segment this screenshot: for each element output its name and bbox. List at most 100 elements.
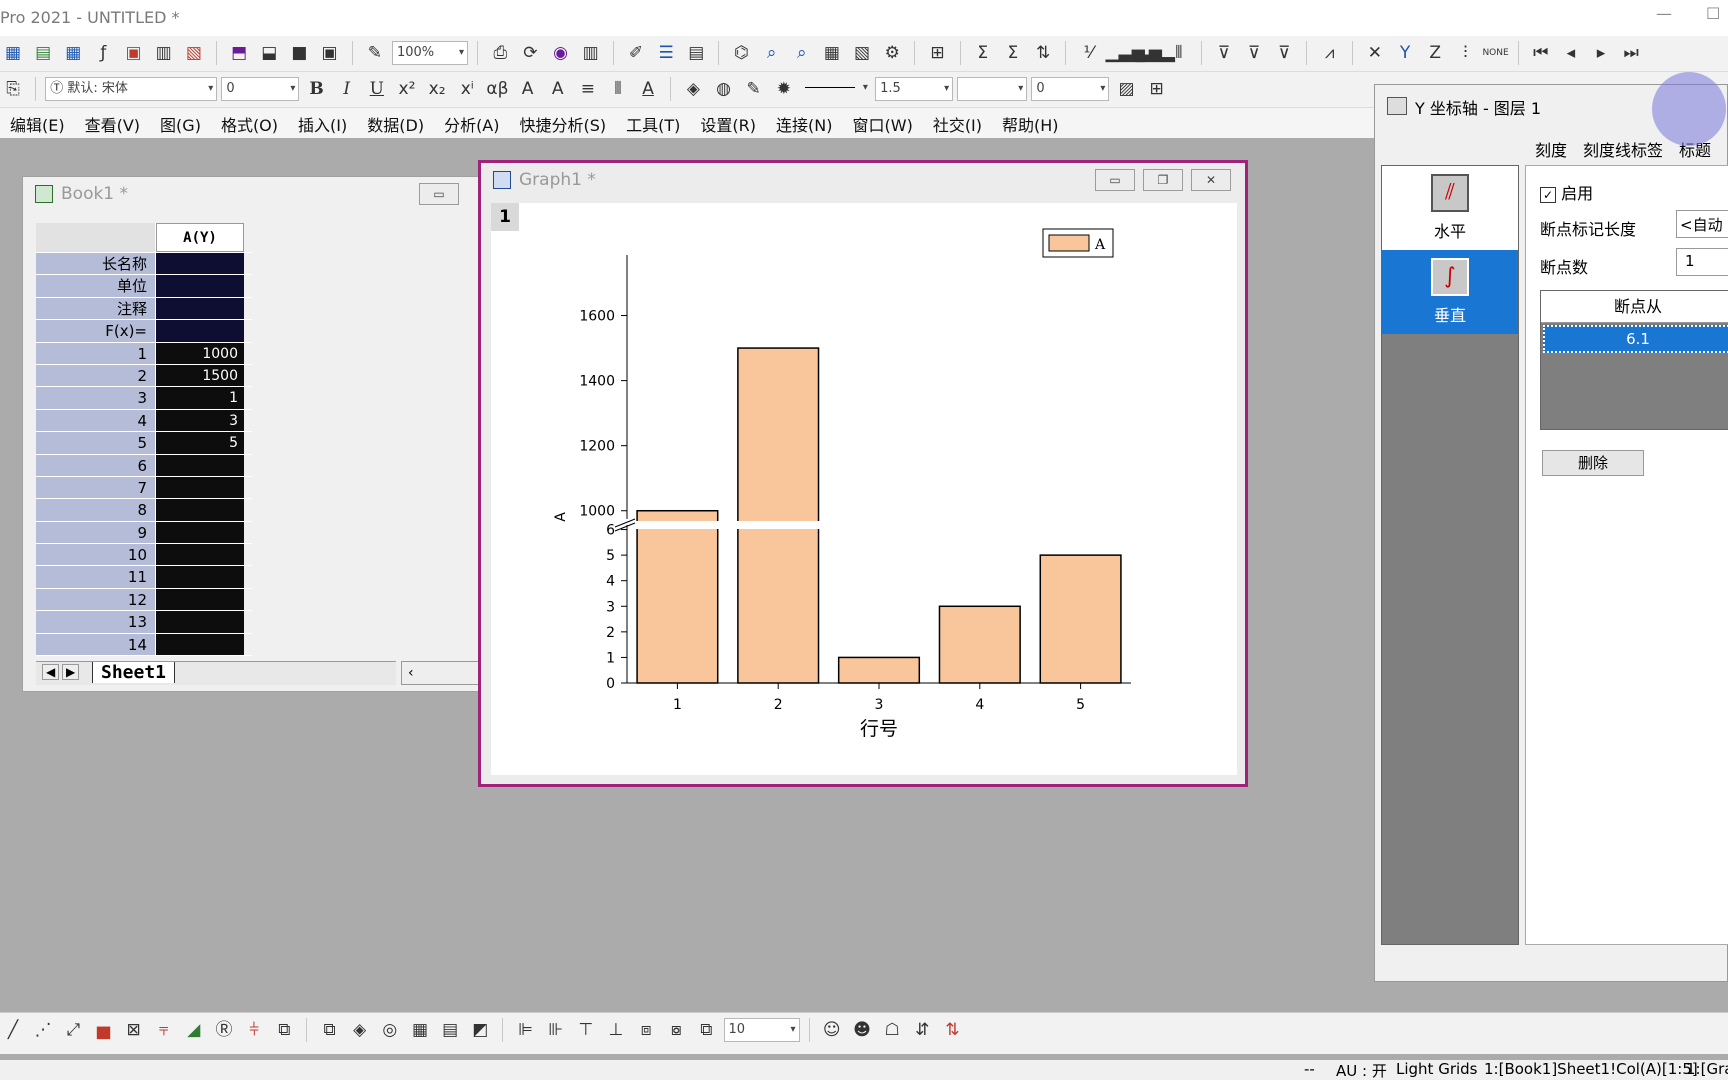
label-cell[interactable] [156,275,244,297]
sort-icon[interactable]: ⇅ [1030,36,1056,70]
refresh-icon[interactable]: ⟳ [517,36,543,70]
notes-icon[interactable]: ✐ [623,36,649,70]
menu-quick-analysis[interactable]: 快捷分析(S) [520,108,607,136]
row-number[interactable]: 11 [36,566,156,588]
menu-window[interactable]: 窗口(W) [853,108,913,136]
bar-chart[interactable]: 0 1 2 3 4 5 6 1000 1200 1400 1600 1 2 3 4 5 行号 A A [491,203,1237,775]
row-number[interactable]: 7 [36,476,156,499]
break-count-field[interactable]: 1 [1676,248,1728,276]
z-axis-icon[interactable]: Z [1422,36,1448,70]
subscript-icon[interactable]: x₂ [424,72,450,106]
y-axis-dialog[interactable]: Y 坐标轴 - 图层 1 刻度 刻度线标签 标题 ⫽ 水平 ∫ 垂直 ✓ 启用 断点… [1374,84,1728,982]
font-color-icon[interactable]: A [635,72,661,106]
scroll-left-icon[interactable]: ‹ [401,661,481,685]
graph-window[interactable]: Graph1 * ▭ ❐ ✕ 0 1 2 3 4 5 6 1000 1200 1400 1600 1 2… [478,160,1248,787]
menu-analysis[interactable]: 分析(A) [444,108,499,136]
new-graph-icon[interactable]: ▤ [30,36,56,70]
move-axis-icon[interactable]: ⇵ [909,1013,935,1047]
superscript-icon[interactable]: x² [394,72,420,106]
error-plot-icon[interactable]: ⫧ [151,1013,177,1047]
number-combo[interactable]: 0 ▾ [1031,77,1110,101]
break-from-cell[interactable]: 6.1 [1543,325,1728,353]
set-values-icon[interactable]: ⅟ [1075,36,1101,70]
data-cell[interactable] [156,611,244,633]
pattern-icon[interactable]: ⦀ [605,72,631,106]
tab-next-icon[interactable]: ▶ [62,664,80,680]
pattern-fill-icon[interactable]: ◍ [711,72,737,106]
zoom-in-icon[interactable]: ⌕ [759,36,785,70]
mask-tool-icon[interactable]: ☖ [879,1013,905,1047]
template-icon[interactable]: ⧉ [271,1013,297,1047]
new-notes-icon[interactable]: ▣ [121,36,147,70]
bold-icon[interactable]: B [304,72,330,106]
book-title-bar[interactable]: Book1 * ▭ [23,177,491,211]
back-icon[interactable]: ⧇ [663,1013,689,1047]
data-cell[interactable] [156,454,244,476]
maximize-icon[interactable]: ☐ [1706,4,1720,23]
column-header-a[interactable]: A(Y) [156,223,244,252]
row-number[interactable]: 9 [36,521,156,544]
data-cell[interactable] [156,566,244,588]
command-window-icon[interactable]: ☰ [653,36,679,70]
menu-connect[interactable]: 连接(N) [776,108,832,136]
grouped-chart-icon[interactable]: ▃▅▂ [1136,36,1175,70]
row-number[interactable]: 14 [36,633,156,656]
line-symbol-icon[interactable]: ⤢ [60,1013,86,1047]
row-number[interactable]: 5 [36,432,156,454]
row-number[interactable]: 4 [36,409,156,432]
results-log-icon[interactable]: ▥ [578,36,604,70]
row-header[interactable]: F(x)= [36,320,156,342]
line-plot-icon[interactable]: ╱ [0,1013,26,1047]
new-matrix-icon[interactable]: ▦ [60,36,86,70]
option-horizontal[interactable]: ⫽ 水平 [1382,166,1518,250]
data-cell[interactable] [156,588,244,611]
code-builder-icon[interactable]: ◉ [548,36,574,70]
menu-insert[interactable]: 插入(I) [298,108,347,136]
ternary-icon[interactable]: ▤ [437,1013,463,1047]
data-cell[interactable] [156,499,244,521]
print-icon[interactable]: ⎙ [487,36,513,70]
italic-icon[interactable]: I [334,72,360,106]
data-cell[interactable]: 5 [156,432,244,454]
line-color-icon[interactable]: ✎ [741,72,767,106]
data-cell[interactable] [156,544,244,566]
formula-icon[interactable]: ▧ [849,36,875,70]
align-top-icon[interactable]: ⊤ [573,1013,599,1047]
delete-button[interactable]: 删除 [1542,450,1644,476]
bar-stack-icon[interactable]: ⫴ [1166,36,1192,70]
peak-icon[interactable]: ⩘ [1317,36,1343,70]
filter-toggle-icon[interactable]: ⊽ [1271,36,1297,70]
data-cell[interactable]: 1500 [156,364,244,387]
zoom-combo[interactable]: 100% ▾ [391,41,468,65]
menu-help[interactable]: 帮助(H) [1002,108,1059,136]
bug-icon[interactable]: ✹ [771,72,797,106]
row-number[interactable]: 10 [36,544,156,566]
paste-icon[interactable]: ⎘ [0,72,26,106]
row-number[interactable]: 1 [36,342,156,364]
last-icon[interactable]: ⏭ [1618,36,1644,70]
box-icon[interactable]: ◩ [467,1013,493,1047]
row-number[interactable]: 8 [36,499,156,521]
save-template-icon[interactable]: ▣ [317,36,343,70]
graph-restore-button[interactable]: ❐ [1143,169,1183,191]
row-number[interactable]: 6 [36,454,156,476]
candle-plot-icon[interactable]: ⫩ [241,1013,267,1047]
bottom-combo[interactable]: 10 ▾ [723,1018,800,1042]
new-workbook-icon[interactable]: ▦ [0,36,26,70]
column-chart-icon[interactable]: ▁▃▅ [1105,36,1144,70]
greek-icon[interactable]: αβ [484,72,510,106]
menu-format[interactable]: 格式(O) [221,108,278,136]
book-window[interactable]: Book1 * ▭ A(Y) 长名称 单位 注释 F(x)= 1 1000 2 1500 3 1 4… [22,176,492,692]
border-icon[interactable]: ⊞ [1144,72,1170,106]
filter-clear-icon[interactable]: ⊽ [1241,36,1267,70]
error-bar-icon[interactable]: ⫶ [1452,36,1478,70]
spreadsheet-icon[interactable]: ▦ [819,36,845,70]
line-width-combo[interactable]: 1.5 ▾ [875,77,954,101]
stat-chart-icon[interactable]: ⊠ [121,1013,147,1047]
supsub-icon[interactable]: xⁱ [454,72,480,106]
mask-icon[interactable]: ☻ [849,1013,875,1047]
new-excel-icon[interactable]: ▧ [181,36,207,70]
font-size-combo[interactable]: 0 ▾ [221,77,300,101]
menu-settings[interactable]: 设置(R) [700,108,756,136]
font-combo[interactable]: Ⓣ 默认: 宋体 ▾ [45,77,218,101]
